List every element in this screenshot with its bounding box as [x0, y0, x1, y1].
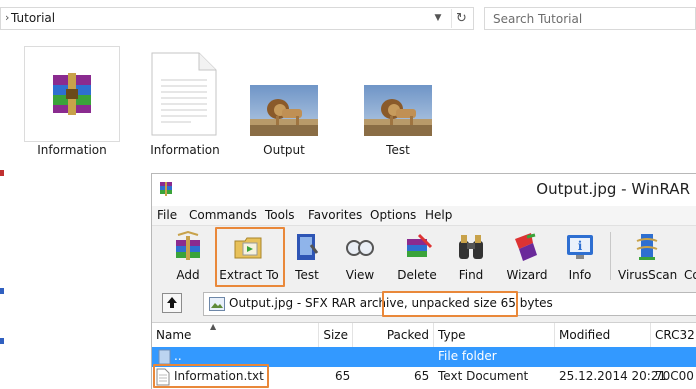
- find-button[interactable]: Find: [453, 228, 489, 286]
- column-header-modified[interactable]: Modified: [555, 323, 651, 347]
- nav-pane-fragment: [0, 338, 4, 344]
- file-label: Output: [263, 143, 305, 157]
- file-list: Name ▲ Size Packed Type Modified CRC32 .…: [152, 322, 696, 389]
- delete-icon: [407, 233, 433, 257]
- row-name: ..: [174, 349, 182, 363]
- info-icon: i: [567, 235, 593, 259]
- title-bar[interactable]: Output.jpg - WinRAR: [152, 174, 696, 206]
- path-bar: Output.jpg - SFX RAR archive, unpacked s…: [152, 290, 696, 318]
- lion-image-thumbnail: [250, 85, 318, 136]
- up-one-level-button[interactable]: [162, 293, 182, 313]
- extract-to-button[interactable]: Extract To: [218, 228, 280, 286]
- column-header-type[interactable]: Type: [434, 323, 555, 347]
- menu-commands[interactable]: Commands: [189, 208, 257, 222]
- row-type: Text Document: [438, 369, 529, 383]
- comment-button[interactable]: Co: [682, 228, 696, 286]
- file-item-information-txt[interactable]: Information: [135, 46, 235, 166]
- wizard-button[interactable]: Wizard: [505, 228, 549, 286]
- menu-file[interactable]: File: [157, 208, 177, 222]
- menu-options[interactable]: Options: [370, 208, 416, 222]
- image-file-icon: [209, 297, 225, 311]
- winrar-window: Output.jpg - WinRAR File Commands Tools …: [151, 173, 696, 389]
- history-dropdown-icon[interactable]: ▼: [430, 10, 446, 27]
- view-label: View: [345, 268, 375, 282]
- winrar-app-icon: [160, 182, 172, 196]
- address-bar[interactable]: › Tutorial ▼ ↻: [0, 7, 474, 30]
- file-item-test-jpg[interactable]: Test: [362, 46, 462, 166]
- extract-folder-icon: [234, 237, 262, 259]
- column-name-label: Name: [156, 328, 192, 342]
- menu-help[interactable]: Help: [425, 208, 452, 222]
- table-row-parent-folder[interactable]: .. File folder: [152, 347, 696, 367]
- column-packed-label: Packed: [386, 328, 429, 342]
- find-label: Find: [458, 268, 484, 282]
- sort-ascending-icon: ▲: [210, 322, 217, 331]
- test-button[interactable]: Test: [289, 228, 325, 286]
- column-modified-label: Modified: [559, 328, 611, 342]
- text-file-icon: [156, 368, 170, 386]
- file-label: Information: [150, 143, 220, 157]
- column-header-packed[interactable]: Packed: [353, 323, 434, 347]
- svg-text:i: i: [578, 239, 583, 253]
- row-packed: 65: [414, 369, 430, 383]
- add-label: Add: [176, 268, 200, 282]
- menu-bar: File Commands Tools Favorites Options He…: [152, 206, 696, 226]
- row-crc32: 70C00: [655, 369, 694, 383]
- delete-label: Delete: [397, 268, 437, 282]
- column-header-size[interactable]: Size: [319, 323, 353, 347]
- info-label: Info: [568, 268, 592, 282]
- nav-pane-fragment: [0, 288, 4, 294]
- toolbar: Add Extract To Test View Delete Find Wiz…: [152, 226, 696, 288]
- winrar-archive-icon: [53, 73, 91, 115]
- column-size-label: Size: [323, 328, 348, 342]
- row-name: Information.txt: [174, 369, 264, 383]
- archive-path-text: Output.jpg - SFX RAR archive, unpacked s…: [229, 296, 553, 310]
- up-arrow-icon: [167, 297, 177, 308]
- file-label: Information: [37, 143, 107, 157]
- search-input[interactable]: [493, 11, 683, 26]
- menu-tools[interactable]: Tools: [265, 208, 295, 222]
- thumbnail-frame: [24, 46, 120, 142]
- comment-label: Co: [684, 268, 696, 282]
- search-box[interactable]: [484, 7, 696, 30]
- nav-pane-fragment: [0, 170, 4, 176]
- toolbar-separator: [610, 232, 611, 280]
- row-type: File folder: [438, 349, 497, 363]
- folder-icon: [158, 349, 171, 365]
- add-archive-icon: [176, 231, 200, 260]
- extract-to-label: Extract To: [219, 268, 279, 282]
- file-item-output-jpg[interactable]: Output: [248, 46, 348, 166]
- view-glasses-icon: [346, 240, 374, 256]
- file-item-information-rar[interactable]: Information: [22, 46, 122, 166]
- window-title: Output.jpg - WinRAR: [536, 180, 690, 198]
- column-header-name[interactable]: Name ▲: [152, 322, 319, 347]
- test-label: Test: [295, 268, 319, 282]
- wizard-label: Wizard: [506, 268, 548, 282]
- text-document-icon: [151, 52, 217, 136]
- row-modified: 25.12.2014 20:21: [559, 369, 667, 383]
- table-row-information-txt[interactable]: Information.txt 65 65 Text Document 25.1…: [152, 367, 696, 387]
- row-size: 65: [335, 369, 351, 383]
- column-header-crc32[interactable]: CRC32: [651, 323, 696, 347]
- column-crc32-label: CRC32: [655, 328, 695, 342]
- virusscan-button[interactable]: VirusScan: [618, 228, 678, 286]
- lion-image-thumbnail: [364, 85, 432, 136]
- view-button[interactable]: View: [339, 228, 381, 286]
- delete-button[interactable]: Delete: [395, 228, 439, 286]
- add-button[interactable]: Add: [166, 228, 210, 286]
- file-label: Test: [386, 143, 410, 157]
- breadcrumb-current[interactable]: Tutorial: [11, 11, 55, 25]
- column-type-label: Type: [438, 328, 466, 342]
- wizard-icon: [515, 233, 537, 261]
- binoculars-icon: [459, 235, 483, 259]
- breadcrumb-separator-icon: ›: [5, 11, 10, 24]
- virus-scan-icon: [636, 234, 658, 260]
- virusscan-label: VirusScan: [618, 268, 678, 282]
- info-button[interactable]: i Info: [564, 228, 596, 286]
- menu-favorites[interactable]: Favorites: [308, 208, 362, 222]
- refresh-icon[interactable]: ↻: [451, 9, 471, 28]
- archive-path-field[interactable]: Output.jpg - SFX RAR archive, unpacked s…: [203, 292, 696, 316]
- test-icon: [297, 234, 319, 260]
